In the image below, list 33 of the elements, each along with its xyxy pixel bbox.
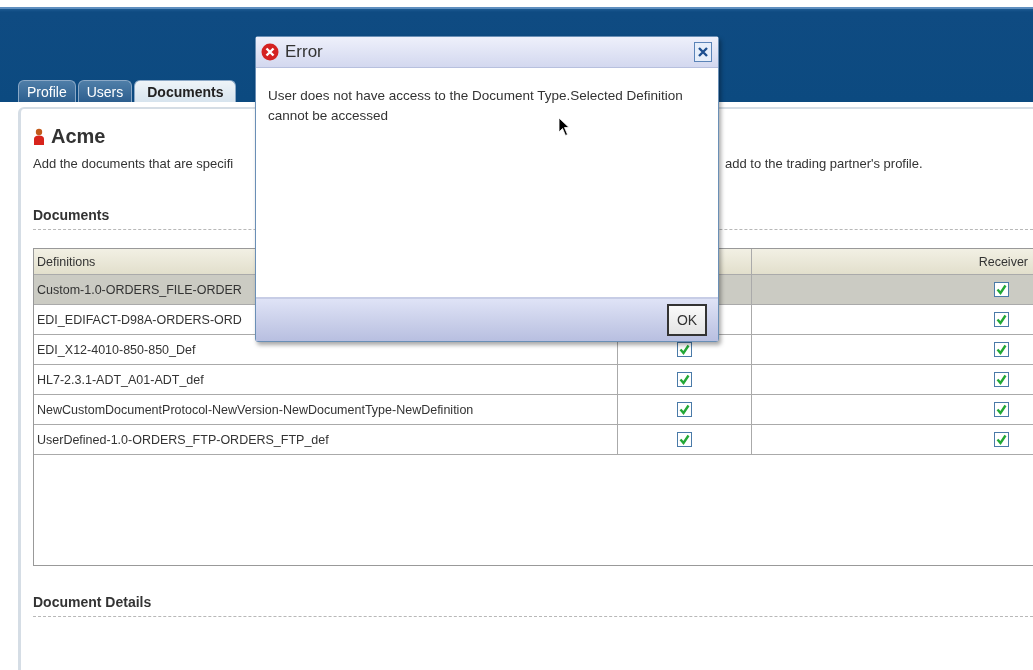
checkbox[interactable] [994,342,1009,357]
definition-cell: NewCustomDocumentProtocol-NewVersion-NewDocumentType-NewDefinition [37,402,474,417]
section-title: Document Details [33,594,1033,617]
error-icon [261,43,279,61]
tab[interactable]: Users [77,80,133,102]
column-header: Receiver [978,254,1028,269]
person-icon [33,127,45,146]
tab[interactable]: Documents [134,80,237,102]
definition-cell: HL7-2.3.1-ADT_A01-ADT_def [37,372,204,387]
dialog-title: Error [285,42,324,62]
checkbox[interactable] [994,312,1009,327]
partner-name: Acme [51,125,106,148]
close-icon [697,46,709,58]
checkbox[interactable] [994,372,1009,387]
checkbox[interactable] [677,432,692,447]
definition-cell: UserDefined-1.0-ORDERS_FTP-ORDERS_FTP_def [37,432,329,447]
tab[interactable]: Profile [18,80,76,102]
checkbox[interactable] [677,342,692,357]
checkbox[interactable] [677,372,692,387]
checkbox[interactable] [677,402,692,417]
definition-cell: Custom-1.0-ORDERS_FILE-ORDER [37,282,242,297]
ok-button[interactable]: OK [667,304,707,336]
description-text: Add the documents that are specifi [33,156,235,171]
error-message: User does not have access to the Document Type.Selected Definition cannot be accessed [268,87,684,125]
description-text: add to the trading partner's profile. [725,156,924,171]
checkbox[interactable] [994,282,1009,297]
checkbox[interactable] [994,432,1009,447]
column-header: Definitions [37,254,96,269]
definition-cell: EDI_EDIFACT-D98A-ORDERS-ORD [37,312,242,327]
checkbox[interactable] [994,402,1009,417]
cursor-icon [558,117,570,137]
close-button[interactable] [694,42,712,62]
definition-cell: EDI_X12-4010-850-850_Def [37,342,196,357]
